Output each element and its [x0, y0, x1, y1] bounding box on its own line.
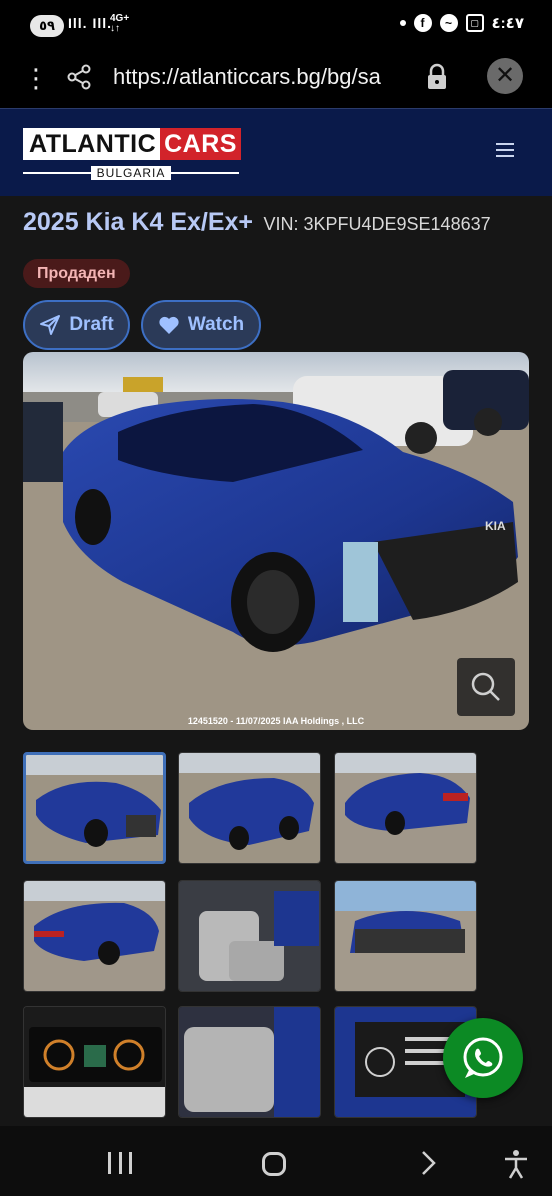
- status-badge: Продаден: [23, 259, 130, 288]
- draft-button[interactable]: Draft: [23, 300, 130, 350]
- svg-text:KIA: KIA: [485, 519, 506, 533]
- photo-caption: 12451520 - 11/07/2025 IAA Holdings , LLC: [187, 716, 365, 726]
- hamburger-icon[interactable]: [496, 143, 514, 159]
- recents-icon[interactable]: [108, 1152, 132, 1174]
- thumbnail-8[interactable]: [178, 1006, 321, 1118]
- system-nav-bar: [0, 1126, 552, 1196]
- thumbnail-7[interactable]: [23, 1006, 166, 1118]
- heart-icon: [159, 316, 179, 334]
- messenger-icon: ~: [439, 14, 458, 32]
- thumbnail-6[interactable]: [334, 880, 477, 992]
- page-title: 2025 Kia K4 Ex/Ex+: [23, 208, 254, 236]
- whatsapp-button[interactable]: [443, 1018, 523, 1098]
- watch-label: Watch: [187, 314, 245, 335]
- main-car-photo[interactable]: KIA 12451520 - 11/07/2025 IAA Holdings ,…: [23, 352, 529, 730]
- zoom-button[interactable]: [457, 658, 515, 716]
- data-activity-icon: ↓↑: [110, 23, 120, 34]
- signal-icon: Ill. Ill.: [68, 15, 113, 31]
- status-icons: f ~ ▢ ٤:٤٧: [399, 14, 524, 32]
- more-vert-icon[interactable]: ⋮: [22, 60, 50, 96]
- logo-word-cars: CARS: [160, 128, 241, 160]
- status-bar: ٥٩ Ill. Ill. 4G+ ↓↑ f ~ ▢ ٤:٤٧: [0, 0, 552, 52]
- vin-label: VIN: 3KPFU4DE9SE148637: [263, 214, 491, 234]
- watch-button[interactable]: Watch: [141, 300, 261, 350]
- thumbnail-2[interactable]: [178, 752, 321, 864]
- send-icon: [40, 315, 61, 335]
- thumbnail-3[interactable]: [334, 752, 477, 864]
- home-icon[interactable]: [262, 1152, 286, 1176]
- lock-icon[interactable]: [424, 62, 450, 92]
- draft-label: Draft: [69, 314, 114, 335]
- close-icon[interactable]: ✕: [487, 58, 523, 94]
- logo-subtitle: BULGARIA: [90, 166, 172, 180]
- clock: ٤:٤٧: [491, 15, 524, 32]
- browser-url-bar: ⋮ https://atlanticcars.bg/bg/sa ✕: [0, 52, 552, 108]
- site-logo[interactable]: ATLANTIC CARS BULGARIA: [23, 128, 241, 180]
- network-type: 4G+ ↓↑: [110, 14, 129, 34]
- car-photo-image: KIA: [23, 352, 529, 730]
- battery-indicator: ٥٩: [30, 15, 64, 37]
- share-icon[interactable]: [64, 62, 94, 92]
- thumbnail-1[interactable]: [23, 752, 166, 864]
- accessibility-icon[interactable]: [502, 1148, 530, 1180]
- notification-dot-icon: [399, 20, 406, 26]
- site-header: ATLANTIC CARS BULGARIA: [0, 108, 552, 196]
- screenshot-icon: ▢: [465, 14, 484, 32]
- back-icon[interactable]: [414, 1149, 442, 1177]
- whatsapp-icon: [463, 1037, 503, 1078]
- search-icon: [471, 672, 500, 701]
- thumbnail-5[interactable]: [178, 880, 321, 992]
- listing-content: 2025 Kia K4 Ex/Ex+ VIN: 3KPFU4DE9SE14863…: [0, 196, 552, 1126]
- url-field[interactable]: https://atlanticcars.bg/bg/sa: [113, 62, 413, 92]
- thumbnail-4[interactable]: [23, 880, 166, 992]
- title-row: 2025 Kia K4 Ex/Ex+ VIN: 3KPFU4DE9SE14863…: [23, 208, 533, 237]
- logo-word-atlantic: ATLANTIC: [23, 128, 161, 160]
- facebook-icon: f: [413, 14, 432, 32]
